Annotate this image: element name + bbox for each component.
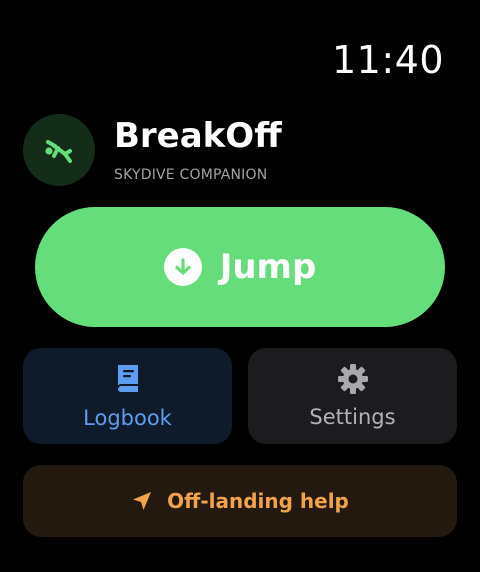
logbook-button[interactable]: Logbook [23,348,232,444]
logbook-label: Logbook [83,406,172,430]
settings-label: Settings [309,405,396,429]
arrow-down-circle-icon [163,248,202,286]
book-icon [116,365,138,392]
status-time: 11:40 [331,38,444,82]
jump-button[interactable]: Jump [35,207,445,327]
off-landing-help-label: Off-landing help [167,489,349,513]
off-landing-help-button[interactable]: Off-landing help [23,465,457,537]
jump-label: Jump [219,247,317,287]
settings-button[interactable]: Settings [248,348,457,444]
gear-icon [337,364,368,394]
app-subtitle: SKYDIVE COMPANION [114,167,268,183]
location-arrow-icon [133,492,152,510]
skydiver-icon [45,140,72,163]
app-icon [23,114,95,186]
app-title: BreakOff [114,116,282,156]
